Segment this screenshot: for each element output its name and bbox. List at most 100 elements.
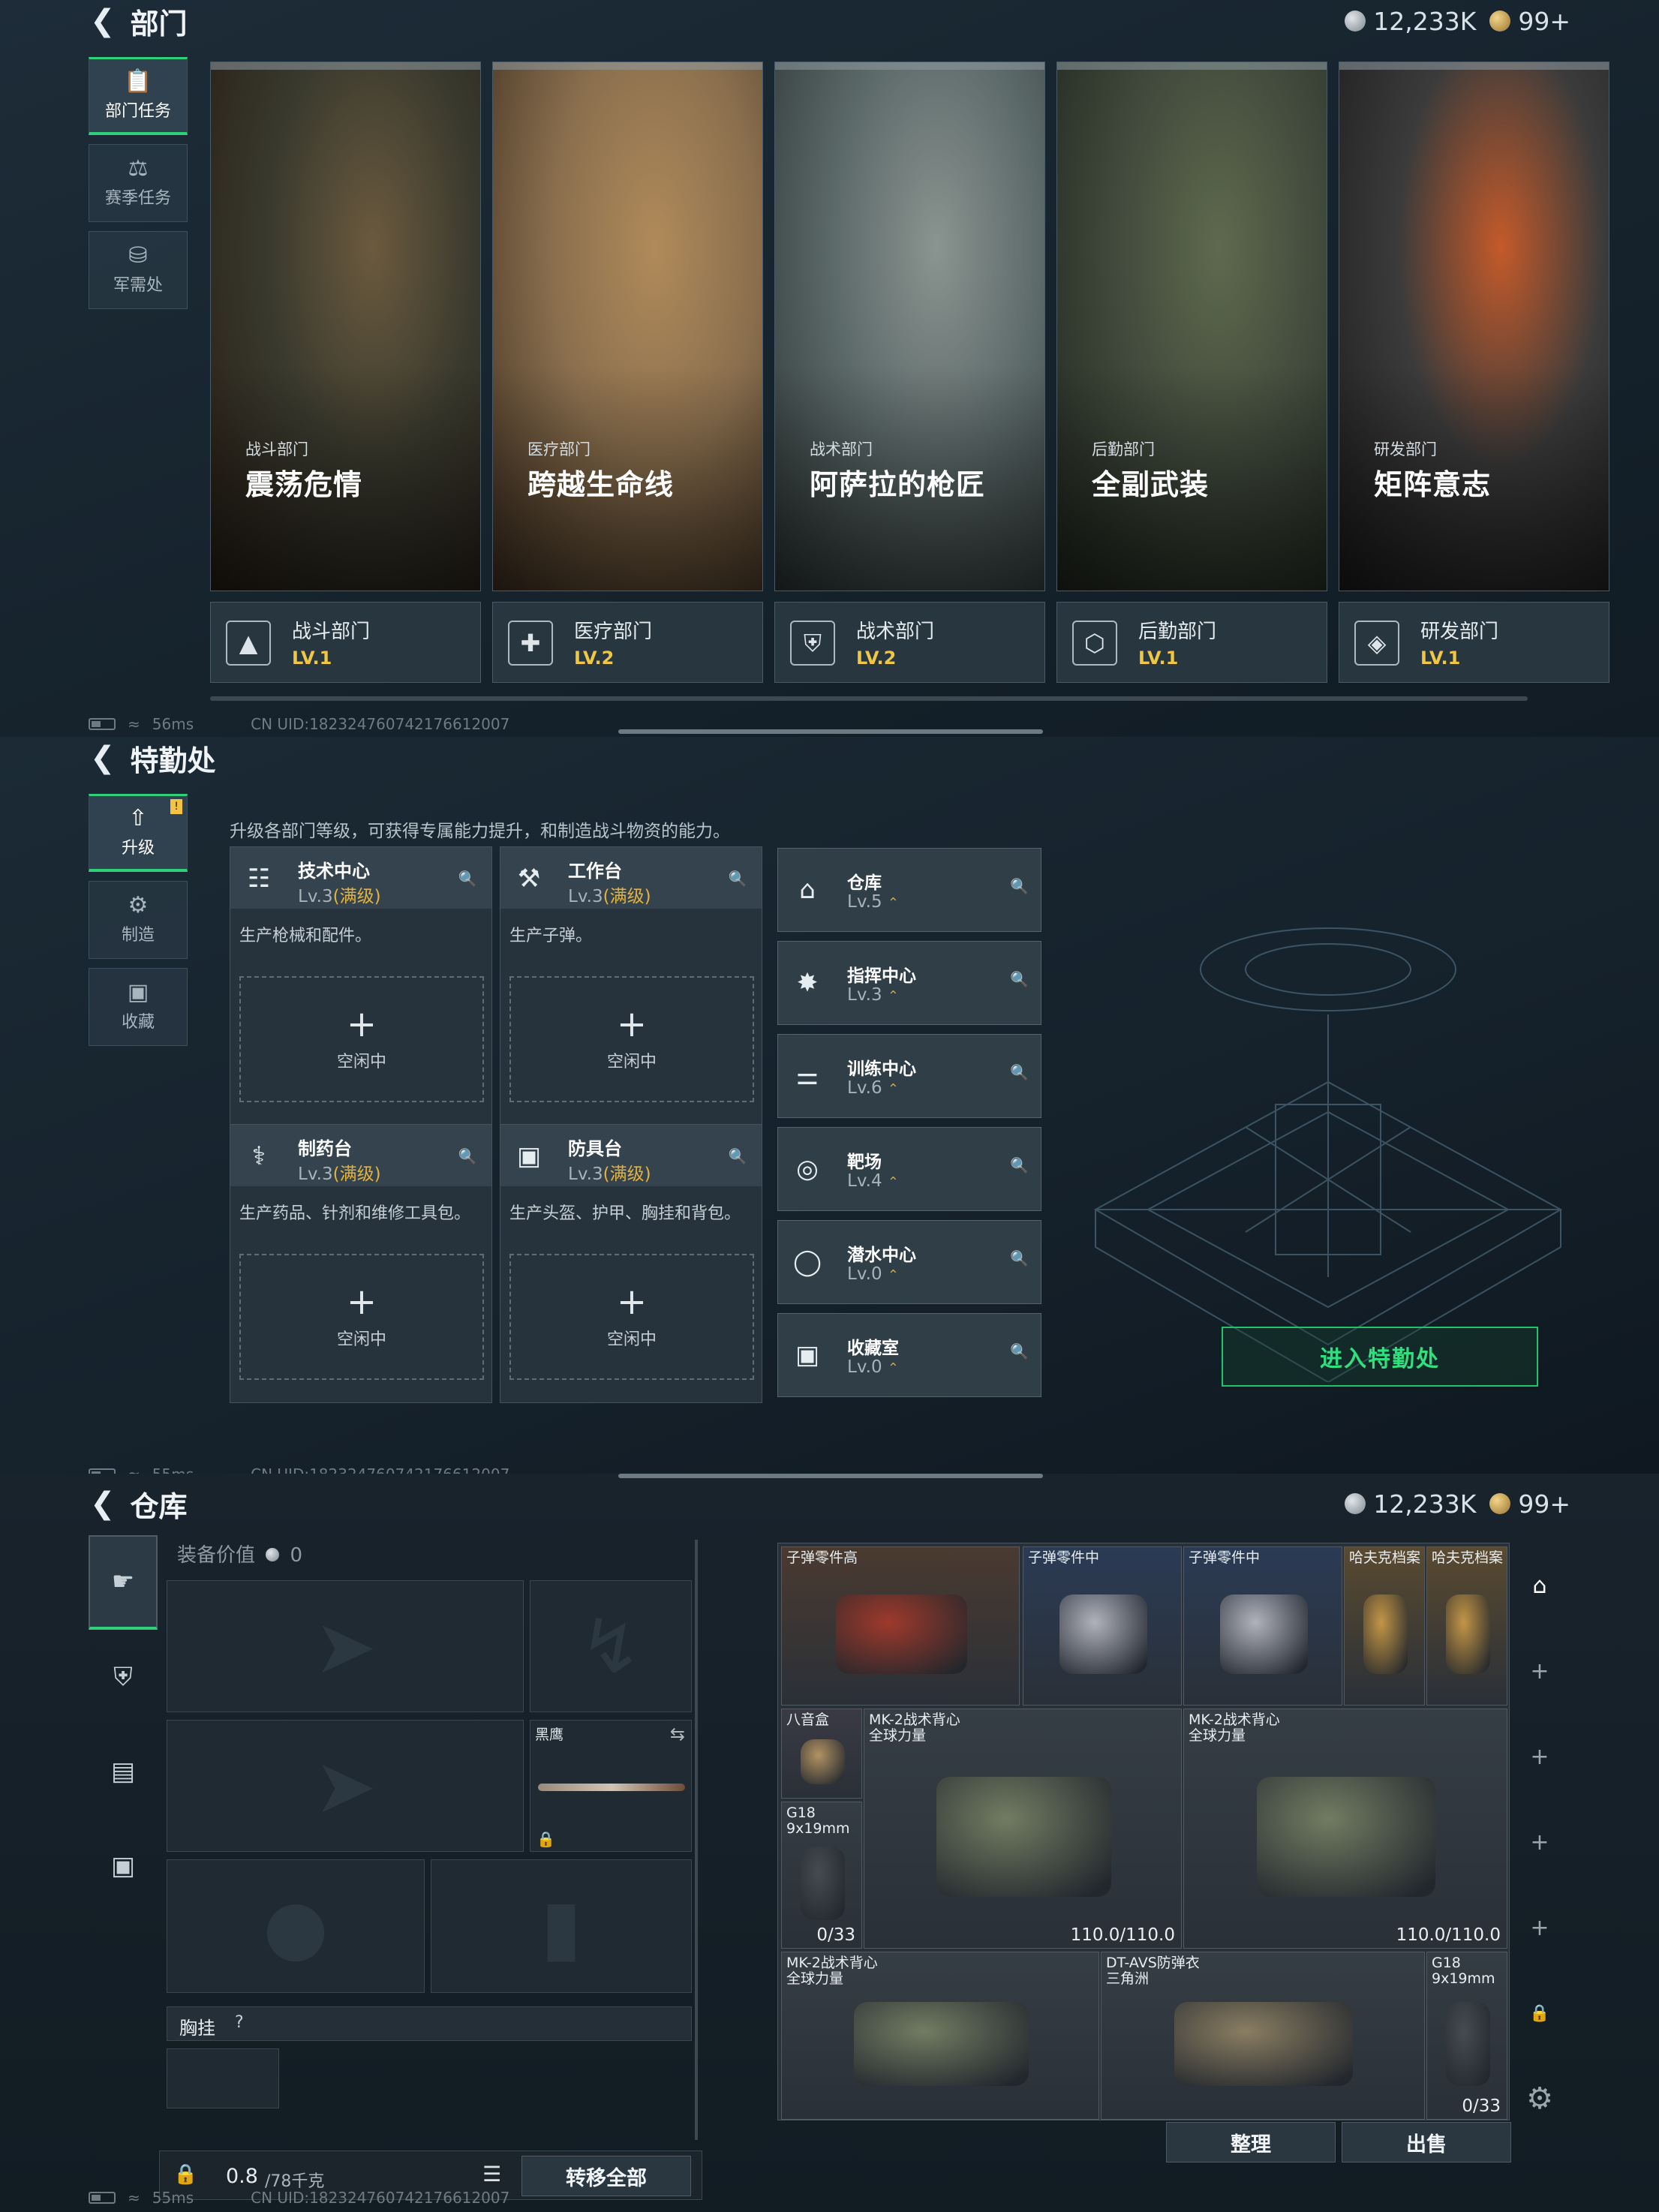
production-slot[interactable]: + 空闲中 — [239, 976, 484, 1102]
facility-level: Lv.3 ⌃ — [847, 985, 899, 1005]
workbench-level: Lv.3(满级) — [568, 882, 651, 907]
armor-tab-icon[interactable]: ⛨ — [89, 1630, 158, 1724]
facility-row[interactable]: ⚌ 训练中心 Lv.6 ⌃ 🔍 — [777, 1034, 1041, 1118]
search-icon[interactable]: 🔍 — [1010, 877, 1029, 895]
warehouse-icon[interactable]: ⌂ — [1517, 1543, 1562, 1628]
transfer-all-button[interactable]: 转移全部 — [521, 2156, 691, 2196]
equip-scrollbar[interactable] — [695, 1540, 698, 2140]
knife-name: 黑鹰 — [535, 1727, 564, 1743]
dept-card[interactable]: 战术部门 阿萨拉的枪匠 — [774, 62, 1045, 591]
dept-card[interactable]: 后勤部门 全副武装 — [1056, 62, 1327, 591]
card-top-strip — [1057, 62, 1327, 70]
helmet-slot[interactable]: ● — [167, 1859, 425, 1993]
enter-special-ops-button[interactable]: 进入特勤处 — [1222, 1327, 1538, 1387]
list-icon[interactable]: ☰ — [482, 2162, 501, 2186]
secondary-weapon-slot[interactable]: ➤ — [167, 1720, 524, 1852]
weapon-tab-icon[interactable]: ☛ — [89, 1535, 158, 1630]
production-slot[interactable]: + 空闲中 — [509, 976, 754, 1102]
nav-collection[interactable]: ▣ 收藏 — [89, 968, 188, 1046]
inventory-item[interactable]: 八音盒 — [781, 1709, 862, 1799]
workbench-card[interactable]: ⚕ 制药台 Lv.3(满级) 🔍 生产药品、针剂和维修工具包。 + 空闲中 — [230, 1124, 492, 1403]
pistol-silhouette-icon: ↯ — [579, 1602, 642, 1691]
chest-rig-slot[interactable] — [167, 2048, 279, 2108]
nav-supply[interactable]: ⛁ 军需处 — [89, 231, 188, 309]
cards-scrollbar[interactable] — [210, 696, 1528, 701]
add-storage-icon[interactable]: + — [1517, 1885, 1562, 1970]
chest-rig-header: 胸挂 ? — [167, 2006, 692, 2041]
dept-level-box[interactable]: ⬡ 后勤部门 LV.1 — [1056, 602, 1327, 683]
add-storage-icon[interactable]: + — [1517, 1799, 1562, 1885]
facility-level: Lv.5 ⌃ — [847, 892, 899, 912]
settings-gear-icon[interactable]: ⚙ — [1517, 2056, 1562, 2141]
facility-row[interactable]: ⌂ 仓库 Lv.5 ⌃ 🔍 — [777, 848, 1041, 932]
search-icon[interactable]: 🔍 — [454, 865, 481, 892]
workbench-card[interactable]: ▣ 防具台 Lv.3(满级) 🔍 生产头盔、护甲、胸挂和背包。 + 空闲中 — [500, 1124, 762, 1403]
inventory-item[interactable]: 哈夫克档案 — [1344, 1546, 1425, 1706]
search-icon[interactable]: 🔍 — [1010, 1249, 1029, 1267]
inventory-item[interactable]: 哈夫克档案 — [1426, 1546, 1507, 1706]
search-icon[interactable]: 🔍 — [1010, 1342, 1029, 1360]
inventory-item[interactable]: G18 9x19mm 0/33 — [781, 1802, 862, 1949]
inventory-item[interactable]: MK-2战术背心 全球力量 — [781, 1952, 1099, 2120]
inventory-item[interactable]: 子弹零件中 — [1023, 1546, 1182, 1706]
nav-dept-tasks[interactable]: 📋 部门任务 — [89, 57, 188, 135]
dept-card[interactable]: 医疗部门 跨越生命线 — [492, 62, 763, 591]
back-arrow-icon[interactable]: ❮ — [90, 4, 116, 38]
uid: CN UID:182324760742176612007 — [251, 2189, 510, 2207]
nav-upgrade[interactable]: ! ⇧ 升级 — [89, 794, 188, 872]
search-icon[interactable]: 🔍 — [724, 865, 751, 892]
production-slot[interactable]: + 空闲中 — [239, 1254, 484, 1380]
facility-name: 收藏室 — [847, 1339, 899, 1358]
help-icon[interactable]: ? — [235, 2013, 244, 2032]
workbench-card[interactable]: ⚒ 工作台 Lv.3(满级) 🔍 生产子弹。 + 空闲中 — [500, 846, 762, 1126]
search-icon[interactable]: 🔍 — [454, 1143, 481, 1170]
facility-row[interactable]: ▣ 收藏室 Lv.0 ⌃ 🔍 — [777, 1313, 1041, 1397]
sell-button[interactable]: 出售 — [1342, 2122, 1511, 2162]
dept-level-box[interactable]: ◈ 研发部门 LV.1 — [1339, 602, 1609, 683]
dept-level-box[interactable]: ✚ 医疗部门 LV.2 — [492, 602, 763, 683]
back-arrow-icon[interactable]: ❮ — [90, 1486, 116, 1521]
search-icon[interactable]: 🔍 — [1010, 1156, 1029, 1174]
back-arrow-icon[interactable]: ❮ — [90, 741, 116, 775]
search-icon[interactable]: 🔍 — [1010, 970, 1029, 988]
facility-row[interactable]: ◎ 靶场 Lv.4 ⌃ 🔍 — [777, 1127, 1041, 1211]
primary-weapon-slot[interactable]: ➤ — [167, 1580, 524, 1712]
pistol-slot[interactable]: ↯ — [530, 1580, 692, 1712]
level-text: Lv.6 — [847, 1078, 882, 1098]
dept-card[interactable]: 研发部门 矩阵意志 — [1339, 62, 1609, 591]
workbench-card[interactable]: ☷ 技术中心 Lv.3(满级) 🔍 生产枪械和配件。 + 空闲中 — [230, 846, 492, 1126]
card-subtitle: 战斗部门 — [245, 440, 308, 458]
card-top-strip — [493, 62, 762, 70]
nav-season-tasks[interactable]: ⚖ 赛季任务 — [89, 144, 188, 222]
level-text: Lv.3 — [568, 1165, 603, 1184]
facility-row[interactable]: ◯ 潜水中心 Lv.0 ⌃ 🔍 — [777, 1220, 1041, 1304]
toolbox-tab-icon[interactable]: ▣ — [89, 1819, 158, 1913]
search-icon[interactable]: 🔍 — [724, 1143, 751, 1170]
nav-craft[interactable]: ⚙ 制造 — [89, 881, 188, 959]
inventory-item[interactable]: DT-AVS防弹衣 三角洲 — [1101, 1952, 1425, 2120]
armor-slot[interactable]: ▮ — [431, 1859, 692, 1993]
workbench-level: Lv.3(满级) — [298, 882, 381, 907]
inventory-item[interactable]: 子弹零件高 — [781, 1546, 1020, 1706]
production-slot[interactable]: + 空闲中 — [509, 1254, 754, 1380]
melee-slot[interactable]: 黑鹰 ⇆ 🔒 — [530, 1720, 692, 1852]
sort-button[interactable]: 整理 — [1166, 2122, 1336, 2162]
dept-card[interactable]: 战斗部门 震荡危情 — [210, 62, 481, 591]
plus-icon: + — [616, 1003, 648, 1045]
inventory-item[interactable]: G18 9x19mm 0/33 — [1426, 1952, 1507, 2120]
search-icon[interactable]: 🔍 — [1010, 1063, 1029, 1081]
facility-row[interactable]: ✸ 指挥中心 Lv.3 ⌃ 🔍 — [777, 941, 1041, 1025]
swap-icon[interactable]: ⇆ — [670, 1724, 685, 1745]
dept-level: LV.1 — [1420, 648, 1461, 669]
inventory-item[interactable]: 子弹零件中 — [1183, 1546, 1342, 1706]
workbench-name: 防具台 — [568, 1138, 622, 1159]
dept-level-box[interactable]: ⛨ 战术部门 LV.2 — [774, 602, 1045, 683]
inventory-item[interactable]: MK-2战术背心 全球力量 110.0/110.0 — [864, 1709, 1182, 1949]
add-storage-icon[interactable]: + — [1517, 1714, 1562, 1799]
add-storage-icon[interactable]: + — [1517, 1628, 1562, 1714]
backpack-tab-icon[interactable]: ▤ — [89, 1724, 158, 1819]
warehouse-panel: ❮ 仓库 12,233K 99+ ☛ ⛨ ▤ ▣ 装备价值 0 ➤ ↯ ➤ 黑鹰… — [0, 1474, 1659, 2212]
item-name: 八音盒 — [786, 1712, 830, 1728]
inventory-item[interactable]: MK-2战术背心 全球力量 110.0/110.0 — [1183, 1709, 1507, 1949]
dept-level-box[interactable]: ▲ 战斗部门 LV.1 — [210, 602, 481, 683]
